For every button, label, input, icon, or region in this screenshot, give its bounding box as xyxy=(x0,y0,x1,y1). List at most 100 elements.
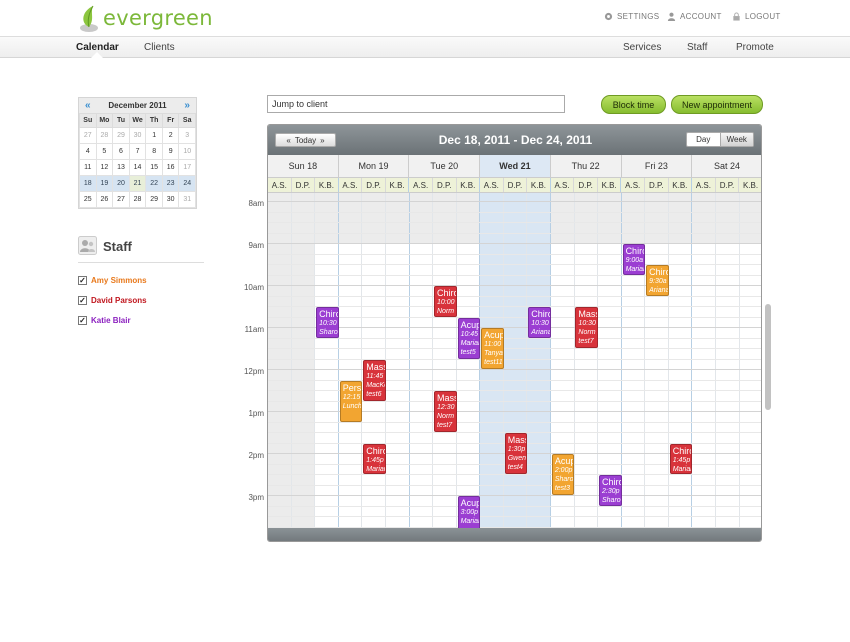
day-header[interactable]: Sat 24 xyxy=(692,155,761,177)
event-service: test7 xyxy=(437,422,453,429)
mini-calendar-day[interactable]: 30 xyxy=(161,191,180,208)
day-header-row: Sun 18 Mon 19 Tue 20 Wed 21 Thu 22 Fri 23 Sat … xyxy=(268,155,761,178)
appointment-event[interactable]: Chiro 10:30 Ariana xyxy=(528,307,551,338)
staff-filter-row[interactable]: ✓ David Parsons xyxy=(78,296,147,305)
appointment-event[interactable]: Chiro 10:00 Norm xyxy=(434,286,457,317)
staff-checkbox[interactable]: ✓ xyxy=(78,276,87,285)
mini-calendar-day[interactable]: 2 xyxy=(161,127,180,144)
event-time: 10:00 xyxy=(437,299,455,306)
new-appointment-button[interactable]: New appointment xyxy=(671,95,763,114)
mini-calendar-day[interactable]: 29 xyxy=(112,127,130,144)
day-header[interactable]: Sun 18 xyxy=(268,155,339,177)
calendar-scrollbar[interactable] xyxy=(764,200,773,528)
event-client: Norm xyxy=(437,308,455,315)
staff-checkbox[interactable]: ✓ xyxy=(78,296,87,305)
mini-calendar-day[interactable]: 28 xyxy=(128,191,147,208)
appointment-event[interactable]: Chiro 2:30p Sharo xyxy=(599,475,622,506)
appointment-event[interactable]: Chiro 9:30a Ariana xyxy=(646,265,669,296)
account-link[interactable]: ACCOUNT xyxy=(667,12,722,21)
mini-calendar-day[interactable]: 28 xyxy=(95,127,114,144)
day-header[interactable]: Fri 23 xyxy=(622,155,693,177)
mini-calendar-day[interactable]: 31 xyxy=(178,191,196,208)
nav-services[interactable]: Services xyxy=(623,42,661,53)
mini-calendar-day[interactable]: 30 xyxy=(128,127,147,144)
settings-link[interactable]: SETTINGS xyxy=(604,12,659,21)
day-header[interactable]: Tue 20 xyxy=(409,155,481,177)
mini-calendar-day[interactable]: 12 xyxy=(95,159,114,176)
mini-calendar-day[interactable]: 5 xyxy=(95,143,114,160)
day-header[interactable]: Thu 22 xyxy=(551,155,622,177)
staff-column-header: K.B. xyxy=(527,178,551,192)
time-gridline xyxy=(268,474,761,475)
mini-calendar-day[interactable]: 22 xyxy=(145,175,163,192)
mini-calendar-day[interactable]: 7 xyxy=(128,143,147,160)
appointment-event[interactable]: Mass 1:30p Gwen test4 xyxy=(504,433,528,474)
staff-checkbox[interactable]: ✓ xyxy=(78,316,87,325)
prev-month-button[interactable]: « xyxy=(85,100,91,111)
staff-filter-row[interactable]: ✓ Amy Simmons xyxy=(78,276,147,285)
mini-calendar-day[interactable]: 21 xyxy=(128,175,147,192)
mini-calendar-day[interactable]: 23 xyxy=(161,175,180,192)
mini-calendar-day[interactable]: 27 xyxy=(112,191,130,208)
mini-calendar-day[interactable]: 3 xyxy=(178,127,196,144)
mini-calendar-day[interactable]: 27 xyxy=(79,127,97,144)
mini-calendar-day[interactable]: 15 xyxy=(145,159,163,176)
mini-calendar-day[interactable]: 1 xyxy=(145,127,163,144)
appointment-event[interactable]: Acup 3:00p Marian xyxy=(457,496,481,528)
mini-calendar-day[interactable]: 14 xyxy=(128,159,147,176)
scrollbar-thumb[interactable] xyxy=(765,304,771,410)
time-gridline xyxy=(268,222,761,223)
appointment-event[interactable]: Chiro 9:00a Marian xyxy=(622,244,646,275)
time-gridline xyxy=(268,253,761,255)
staff-filter-row[interactable]: ✓ Katie Blair xyxy=(78,316,131,325)
mini-calendar-day[interactable]: 20 xyxy=(112,175,130,192)
appointment-event[interactable]: Pers time12:15Lunch xyxy=(339,380,363,422)
appointment-event[interactable]: Mass 12:30 Norm test7 xyxy=(434,391,457,432)
staff-icon xyxy=(78,236,97,255)
mini-calendar-day[interactable]: 16 xyxy=(161,159,180,176)
mini-calendar-day[interactable]: 4 xyxy=(79,143,97,160)
event-time: 10:30 xyxy=(531,320,549,327)
day-header[interactable]: Mon 19 xyxy=(339,155,410,177)
week-view-button[interactable]: Week xyxy=(719,133,753,146)
block-time-button[interactable]: Block time xyxy=(601,95,666,114)
event-client: Ariana xyxy=(649,287,669,294)
mini-calendar-day[interactable]: 9 xyxy=(161,143,180,160)
appointment-event[interactable]: Chiro 1:45p Marian xyxy=(669,443,693,474)
mini-calendar-day[interactable]: 25 xyxy=(79,191,97,208)
mini-calendar-day[interactable]: 11 xyxy=(79,159,97,176)
mini-calendar-day[interactable]: 13 xyxy=(112,159,130,176)
calendar-grid[interactable]: Chiro 9:00a Marian Chiro 9:30a Ariana Chiro 10:… xyxy=(268,193,761,528)
nav-promote[interactable]: Promote xyxy=(736,42,774,53)
day-view-button[interactable]: Day xyxy=(687,133,720,146)
appointment-event[interactable]: Mass11:45MacKetest6 xyxy=(363,359,386,401)
mini-calendar-day[interactable]: 26 xyxy=(95,191,114,208)
mini-calendar-day[interactable]: 8 xyxy=(145,143,163,160)
staff-column-header: K.B. xyxy=(315,178,339,192)
event-client: Tanya xyxy=(484,350,503,357)
nav-clients[interactable]: Clients xyxy=(144,42,175,53)
next-month-button[interactable]: » xyxy=(184,100,190,111)
mini-calendar-day[interactable]: 29 xyxy=(145,191,163,208)
jump-to-client-input[interactable] xyxy=(267,95,565,113)
appointment-event[interactable]: Acup 11:00 Tanya test11 xyxy=(481,328,504,369)
mini-calendar-day[interactable]: 19 xyxy=(95,175,114,192)
appointment-event[interactable]: Mass 10:30 Norm test7 xyxy=(575,307,598,348)
appointment-event[interactable]: Acup 2:00p Sharo test3 xyxy=(551,454,575,495)
mini-calendar-day[interactable]: 24 xyxy=(178,175,196,192)
appointment-event[interactable]: Chiro 1:45p Marian xyxy=(363,443,386,474)
mini-calendar-day[interactable]: 18 xyxy=(79,175,97,192)
mini-calendar-day[interactable]: 17 xyxy=(178,159,196,176)
appointment-event[interactable]: Acup 10:45 Marian test5 xyxy=(457,317,481,359)
logout-link[interactable]: LOGOUT xyxy=(732,12,781,21)
nav-staff[interactable]: Staff xyxy=(687,42,707,53)
mini-calendar-day[interactable]: 10 xyxy=(178,143,196,160)
event-client: Marian xyxy=(672,465,693,473)
appointment-event[interactable]: Chiro 10:30 Sharo xyxy=(316,307,339,338)
time-gridline xyxy=(268,316,761,318)
mini-calendar-day[interactable]: 6 xyxy=(112,143,130,160)
time-gridline xyxy=(268,348,761,349)
day-header[interactable]: Wed 21 xyxy=(480,155,551,177)
event-title: Mass xyxy=(437,393,457,403)
logo[interactable]: evergreen xyxy=(78,2,213,34)
